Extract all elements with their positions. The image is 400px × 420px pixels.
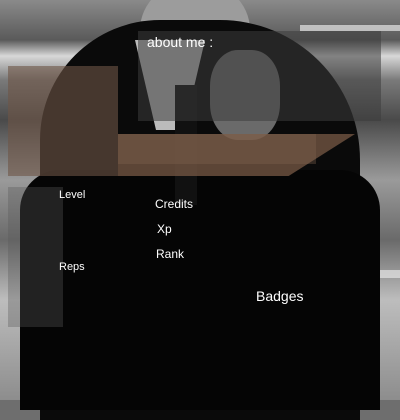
level-label: Level — [59, 189, 86, 201]
stats-panel — [8, 187, 63, 327]
decorative-overlay — [8, 66, 118, 176]
xp-label: Xp — [157, 222, 172, 236]
about-me-label: about me : — [147, 34, 214, 50]
credits-label: Credits — [155, 197, 194, 211]
decorative-overlay — [118, 134, 316, 164]
rank-label: Rank — [156, 247, 185, 261]
figure-coat-lower — [20, 170, 380, 410]
badges-label: Badges — [256, 288, 304, 304]
reps-label: Reps — [59, 261, 85, 273]
